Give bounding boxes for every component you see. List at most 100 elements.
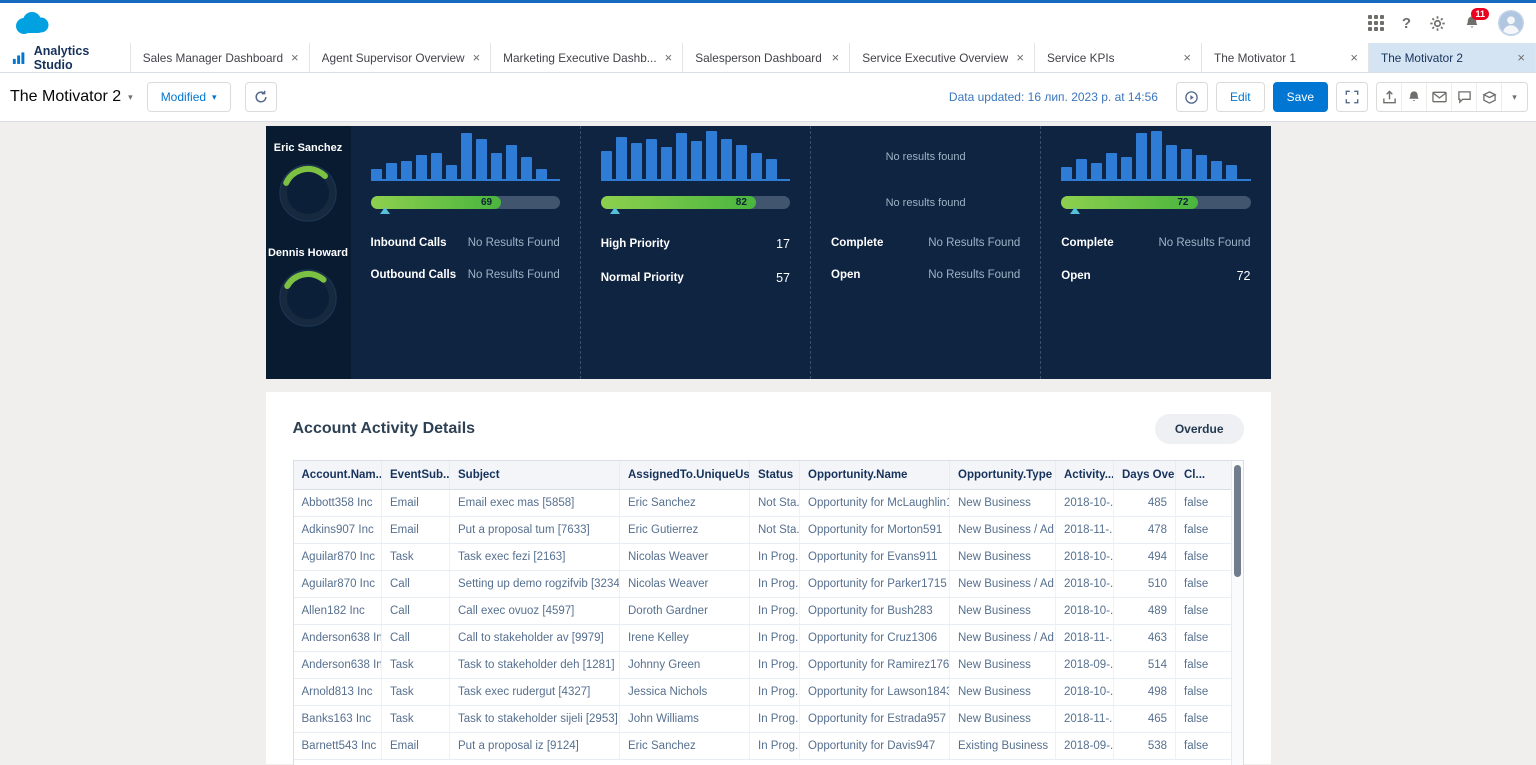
tab-service-executive-overview[interactable]: Service Executive Overview ×	[850, 43, 1035, 72]
column-header[interactable]: EventSub...	[381, 461, 450, 490]
close-icon[interactable]: ×	[1183, 50, 1191, 65]
bar	[690, 141, 702, 179]
table-row[interactable]: Barnett543 Inc Email Put a proposal iz [91…	[293, 732, 1234, 760]
table-cell: In Prog...	[749, 705, 800, 733]
table-cell: Email exec mas [5858]	[449, 489, 620, 517]
table-cell: Not Sta...	[749, 489, 800, 517]
table-cell: Johnny Green	[619, 651, 750, 679]
bar-chart[interactable]	[600, 131, 790, 181]
column-header[interactable]: Activity...	[1055, 461, 1114, 490]
modified-state-button[interactable]: Modified ▾	[146, 82, 231, 112]
table-row[interactable]: Allen182 Inc Call Call exec ovuoz [4597] Do…	[293, 597, 1234, 625]
table-row[interactable]: Aguilar870 Inc Task Task exec fezi [2163] N…	[293, 543, 1234, 571]
close-icon[interactable]: ×	[291, 50, 299, 65]
table-cell: 485	[1113, 489, 1176, 517]
metric-row: Normal Priority 57	[601, 271, 790, 285]
present-button[interactable]	[1175, 82, 1208, 112]
table-cell: 2018-10-...	[1055, 597, 1114, 625]
column-header[interactable]: Account.Nam...	[293, 461, 382, 490]
table-cell: New Business	[949, 705, 1056, 733]
table-cell: false	[1175, 516, 1234, 544]
empty-state-text: No results found	[885, 151, 966, 163]
close-icon[interactable]: ×	[832, 50, 840, 65]
metric-label: Complete	[831, 237, 884, 249]
tab-salesperson-dashboard[interactable]: Salesperson Dashboard ×	[683, 43, 851, 72]
email-button[interactable]	[1427, 83, 1452, 111]
column-header[interactable]: Opportunity.Name	[799, 461, 950, 490]
table-cell: false	[1175, 597, 1234, 625]
refresh-button[interactable]	[244, 82, 277, 112]
bar	[1196, 155, 1208, 179]
column-header[interactable]: Days Ove...	[1113, 461, 1176, 490]
close-icon[interactable]: ×	[1350, 50, 1358, 65]
table-cell: New Business	[949, 543, 1056, 571]
column-header[interactable]: Cl...	[1175, 461, 1234, 490]
page-title[interactable]: The Motivator 2 ▾	[10, 88, 133, 106]
tab-marketing-executive-dashboard[interactable]: Marketing Executive Dashb... ×	[491, 43, 684, 72]
tab-sales-manager-dashboard[interactable]: Sales Manager Dashboard ×	[131, 43, 310, 72]
table-cell: Not Sta...	[749, 516, 800, 544]
notification-bell-icon[interactable]: 11	[1464, 8, 1489, 31]
tab-the-motivator-1[interactable]: The Motivator 1 ×	[1202, 43, 1369, 72]
tab-the-motivator-2[interactable]: The Motivator 2 ×	[1369, 43, 1536, 72]
table-scrollbar[interactable]: ▼	[1230, 461, 1243, 765]
table-row[interactable]: Adkins907 Inc Email Put a proposal tum [76…	[293, 516, 1234, 544]
refresh-icon	[255, 90, 267, 103]
scrollbar-thumb[interactable]	[1233, 465, 1241, 577]
package-button[interactable]	[1477, 83, 1502, 111]
column-header[interactable]: AssignedTo.UniqueUserN...	[619, 461, 750, 490]
close-icon[interactable]: ×	[473, 50, 481, 65]
bar-chart[interactable]	[370, 133, 560, 181]
tab-label: Service KPIs	[1047, 50, 1115, 65]
metric-label: Inbound Calls	[370, 237, 447, 249]
close-icon[interactable]: ×	[665, 50, 673, 65]
save-button[interactable]: Save	[1272, 82, 1328, 112]
share-button[interactable]	[1377, 83, 1402, 111]
tab-label: Service Executive Overview	[862, 50, 1009, 65]
column-header[interactable]: Subject	[449, 461, 620, 490]
radial-gauge[interactable]	[276, 266, 340, 330]
help-icon[interactable]: ?	[1402, 15, 1411, 32]
bar	[385, 163, 397, 179]
tab-service-kpis[interactable]: Service KPIs ×	[1035, 43, 1202, 72]
avatar[interactable]	[1498, 10, 1524, 36]
metric-label: Open	[1061, 270, 1091, 282]
column-header[interactable]: Opportunity.Type	[949, 461, 1056, 490]
bar	[460, 133, 472, 179]
edit-button[interactable]: Edit	[1215, 82, 1265, 112]
close-icon[interactable]: ×	[1016, 50, 1024, 65]
subscribe-button[interactable]	[1402, 83, 1427, 111]
more-actions-button[interactable]: ▾	[1502, 83, 1527, 111]
table-row[interactable]: Anderson638 Inc Task Task to stakeholder d…	[293, 651, 1234, 679]
settings-gear-icon[interactable]	[1429, 15, 1446, 32]
table-row[interactable]: Aguilar870 Inc Call Setting up demo rogzif…	[293, 570, 1234, 598]
column-header[interactable]: Status	[749, 461, 800, 490]
app-launcher-icon[interactable]	[1367, 15, 1384, 31]
table-row[interactable]: Abbott358 Inc Email Email exec mas [5858] E…	[293, 489, 1234, 517]
salesforce-logo[interactable]	[12, 10, 52, 37]
bar-chart[interactable]	[1061, 131, 1251, 181]
annotations-button[interactable]	[1452, 83, 1477, 111]
tab-label: The Motivator 2	[1381, 50, 1463, 65]
bar	[705, 131, 717, 179]
table-cell: Anderson638 Inc	[293, 624, 382, 652]
table-cell: New Business / Ad...	[949, 570, 1056, 598]
tab-analytics-studio[interactable]: Analytics Studio	[0, 43, 131, 72]
metric-value: No Results Found	[467, 237, 560, 249]
table-cell: In Prog...	[749, 732, 800, 760]
table-cell: false	[1175, 543, 1234, 571]
table-cell: 498	[1113, 678, 1176, 706]
gauge[interactable]: 82	[600, 196, 790, 214]
tab-agent-supervisor-overview[interactable]: Agent Supervisor Overview ×	[310, 43, 492, 72]
gauge[interactable]: 72	[1061, 196, 1251, 214]
fullscreen-button[interactable]	[1336, 82, 1368, 112]
close-icon[interactable]: ×	[1517, 50, 1525, 65]
gauge[interactable]: 69	[370, 196, 560, 214]
overdue-filter-button[interactable]: Overdue	[1154, 414, 1244, 444]
bar	[1226, 165, 1238, 179]
table-row[interactable]: Arnold813 Inc Task Task exec rudergut [432…	[293, 678, 1234, 706]
metric-row: Complete No Results Found	[831, 237, 1020, 249]
table-row[interactable]: Anderson638 Inc Call Call to stakeholder a…	[293, 624, 1234, 652]
radial-gauge[interactable]	[276, 161, 340, 225]
table-row[interactable]: Banks163 Inc Task Task to stakeholder sije…	[293, 705, 1234, 733]
